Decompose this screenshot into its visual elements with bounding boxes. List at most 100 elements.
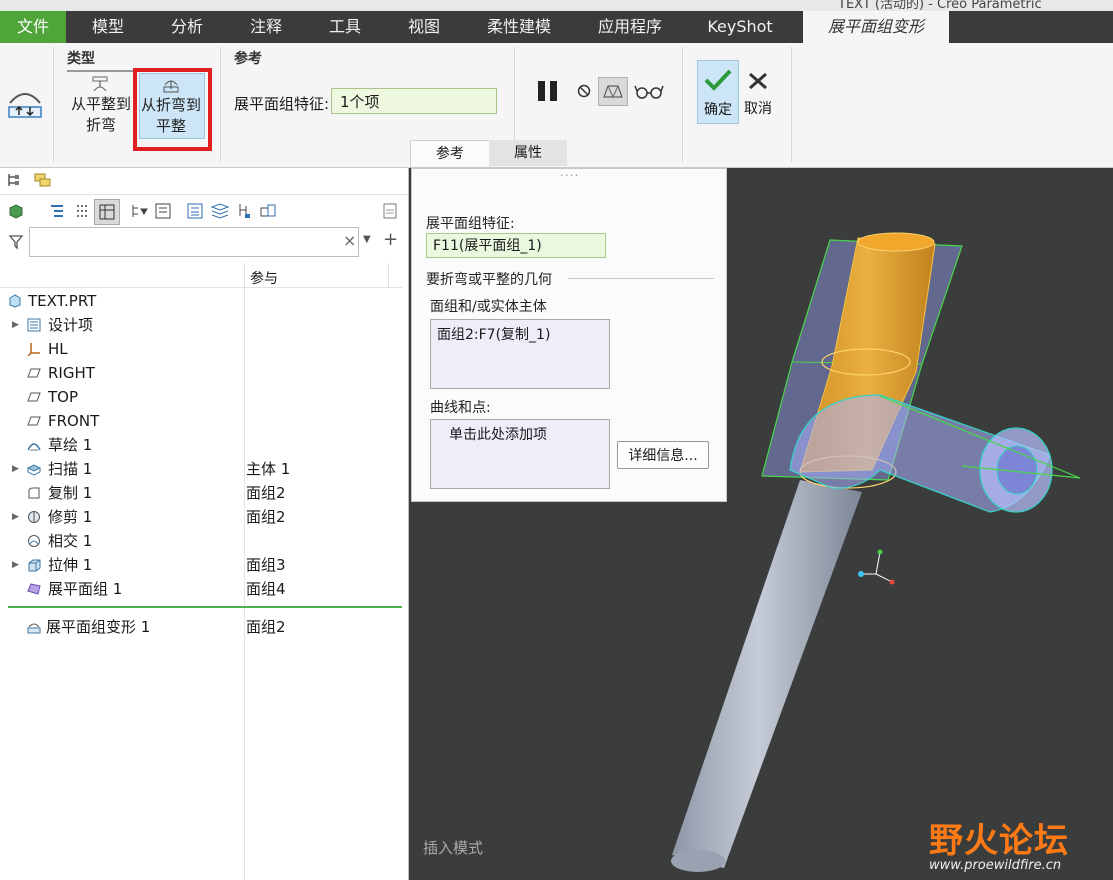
clear-filter-icon[interactable]: × — [343, 231, 356, 250]
tree-row[interactable]: 相交 1 — [0, 529, 400, 553]
tree-row[interactable]: 展平面组 1 面组4 — [0, 577, 400, 601]
curves-collector[interactable]: 单击此处添加项 — [430, 419, 610, 489]
feature-label: 展平面组特征: — [234, 95, 330, 113]
checkmark-icon — [704, 69, 732, 91]
tree-row[interactable]: ▶ 拉伸 1 面组3 — [0, 553, 400, 577]
flat-to-bend-button[interactable]: 从平整到 折弯 — [68, 73, 134, 137]
menu-tools[interactable]: 工具 — [311, 11, 379, 43]
column-divider — [388, 263, 389, 288]
verify-glasses-icon[interactable] — [634, 83, 664, 99]
tree-item-ref: 面组3 — [246, 556, 286, 574]
menu-keyshot[interactable]: KeyShot — [696, 11, 784, 43]
layer-tree-tab-icon[interactable] — [34, 172, 52, 188]
model-tree-tab-icon[interactable] — [6, 172, 22, 188]
notes-icon[interactable] — [382, 202, 398, 220]
menu-model[interactable]: 模型 — [74, 11, 142, 43]
tree-item-ref: 面组4 — [246, 580, 286, 598]
no-preview-icon[interactable] — [576, 83, 592, 99]
cancel-label: 取消 — [744, 101, 772, 117]
add-filter-icon[interactable]: + — [383, 229, 398, 250]
flat-to-bend-icon — [92, 76, 108, 92]
expand-tree-icon[interactable] — [48, 203, 66, 219]
tree-item-label: 复制 1 — [48, 484, 93, 502]
tree-row[interactable]: ▶ 修剪 1 面组2 — [0, 505, 400, 529]
tree-row[interactable]: ▶ 扫描 1 主体 1 — [0, 457, 400, 481]
tree-item-label: FRONT — [48, 412, 100, 430]
tab-properties[interactable]: 属性 — [489, 140, 567, 166]
mode-status-text: 插入模式 — [423, 839, 484, 857]
tree-item-label: 草绘 1 — [48, 436, 93, 454]
layers-icon[interactable] — [210, 202, 230, 220]
ok-button[interactable]: 确定 — [697, 60, 739, 124]
feature-collector[interactable]: 1个项 — [331, 88, 497, 114]
ribbon: 类型 从平整到 折弯 从折弯到 平整 参考 展平面组特征: 1个项 确定 取消 … — [0, 43, 1113, 168]
type-group-title: 类型 — [67, 51, 95, 67]
cancel-button[interactable]: 取消 — [740, 60, 776, 122]
copy-icon — [28, 487, 40, 499]
ribbon-separator — [682, 47, 683, 162]
tree-row[interactable]: FRONT — [0, 409, 400, 433]
collapse-tree-icon[interactable] — [74, 203, 90, 219]
tree-item-ref: 面组2 — [246, 618, 286, 636]
close-icon — [749, 72, 767, 90]
filter-tree-icon[interactable] — [130, 203, 148, 219]
reference-panel: .... 展平面组特征: F11(展平面组_1) 要折弯或平整的几何 面组和/或… — [411, 165, 727, 502]
menu-flexible-modeling[interactable]: 柔性建模 — [476, 11, 562, 43]
tree-filter-input[interactable] — [29, 227, 359, 257]
chevron-down-icon[interactable]: ▼ — [363, 234, 371, 245]
part-icon — [9, 204, 23, 219]
tree-row[interactable]: TOP — [0, 385, 400, 409]
model-display-icon[interactable] — [259, 202, 277, 220]
ribbon-separator — [220, 47, 221, 162]
details-button[interactable]: 详细信息... — [617, 441, 709, 469]
tree-row[interactable]: 展平面组变形 1 面组2 — [0, 615, 400, 639]
quilt-collector[interactable]: 面组2:F7(复制_1) — [430, 319, 610, 389]
unbend-feature-icon — [8, 93, 42, 118]
hierarchy-icon[interactable] — [236, 202, 254, 220]
tree-item-label: TEXT.PRT — [28, 292, 97, 310]
geometry-section-label: 要折弯或平整的几何 — [426, 272, 552, 288]
section-divider — [568, 278, 714, 279]
tree-row[interactable]: HL — [0, 337, 400, 361]
datum-plane-icon — [27, 368, 41, 378]
tree-item-ref: 主体 1 — [246, 460, 291, 478]
expand-arrow-icon[interactable]: ▶ — [12, 457, 19, 481]
expand-arrow-icon[interactable]: ▶ — [12, 553, 19, 577]
tree-item-ref: 面组2 — [246, 508, 286, 526]
tree-item-label: 展平面组变形 1 — [46, 618, 151, 636]
panel-feature-collector[interactable]: F11(展平面组_1) — [426, 233, 606, 258]
tree-row[interactable]: 草绘 1 — [0, 433, 400, 457]
tree-row[interactable]: ▶ 设计项 — [0, 313, 400, 337]
tree-row[interactable]: RIGHT — [0, 361, 400, 385]
unbend-deform-icon — [27, 623, 41, 634]
sketch-icon — [27, 443, 41, 451]
reference-group-title: 参考 — [234, 51, 262, 67]
tree-row[interactable]: TEXT.PRT — [0, 289, 400, 313]
menu-unbend-quilt-deform[interactable]: 展平面组变形 — [803, 11, 949, 43]
tree-item-label: 设计项 — [48, 316, 94, 334]
tree-item-label: 扫描 1 — [48, 460, 93, 478]
extrude-icon — [28, 559, 41, 572]
pause-icon[interactable] — [536, 79, 562, 103]
list-view-icon[interactable] — [186, 202, 204, 220]
tree-row[interactable]: 复制 1 面组2 — [0, 481, 400, 505]
menu-analysis[interactable]: 分析 — [153, 11, 221, 43]
menu-view[interactable]: 视图 — [390, 11, 458, 43]
tab-reference[interactable]: 参考 — [410, 140, 490, 167]
columns-icon — [99, 204, 115, 220]
columns-button[interactable] — [94, 199, 120, 225]
quilt-label: 面组和/或实体主体 — [430, 299, 547, 315]
settings-tree-icon[interactable] — [154, 202, 172, 220]
menu-annotate[interactable]: 注释 — [232, 11, 300, 43]
expand-arrow-icon[interactable]: ▶ — [12, 313, 19, 337]
menu-applications[interactable]: 应用程序 — [585, 11, 675, 43]
ok-label: 确定 — [704, 102, 732, 118]
expand-arrow-icon[interactable]: ▶ — [12, 505, 19, 529]
watermark-logo-text: 野火论坛 — [929, 821, 1069, 861]
column-header-ref[interactable]: 参与 — [250, 268, 278, 288]
geometry-preview-button[interactable] — [598, 77, 628, 106]
watermark-url: www.proewildfire.cn — [929, 858, 1062, 873]
datum-plane-icon — [27, 392, 41, 402]
panel-grip-handle[interactable]: .... — [560, 165, 579, 179]
menu-file[interactable]: 文件 — [0, 11, 66, 43]
